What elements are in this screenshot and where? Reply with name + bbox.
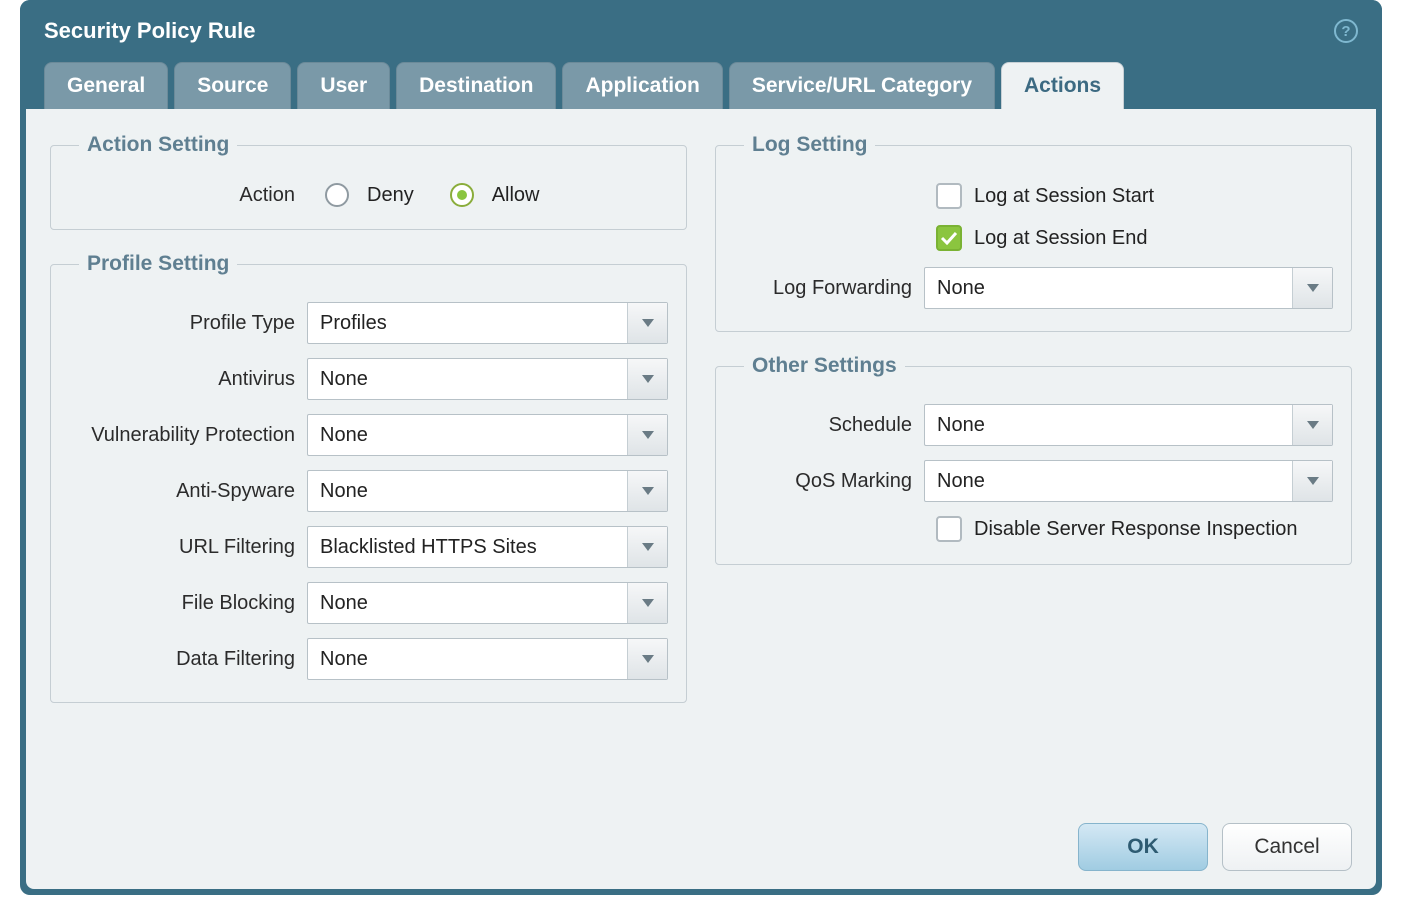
profile-setting-group: Profile Setting Profile Type Profiles An…	[50, 252, 687, 703]
action-setting-group: Action Setting Action Deny Allow	[50, 133, 687, 230]
schedule-label: Schedule	[734, 414, 924, 437]
security-policy-rule-dialog: Security Policy Rule ? General Source Us…	[20, 0, 1382, 895]
help-icon[interactable]: ?	[1334, 19, 1358, 43]
action-label: Action	[69, 184, 307, 207]
tabs-row: General Source User Destination Applicat…	[20, 54, 1382, 109]
profile-setting-legend: Profile Setting	[79, 252, 237, 276]
cancel-button[interactable]: Cancel	[1222, 823, 1352, 871]
dialog-title: Security Policy Rule	[44, 18, 256, 44]
chevron-down-icon	[1292, 461, 1332, 501]
chevron-down-icon	[627, 359, 667, 399]
tab-service-url[interactable]: Service/URL Category	[729, 62, 995, 109]
tab-general[interactable]: General	[44, 62, 168, 109]
qos-marking-value: None	[925, 461, 1292, 501]
vuln-protection-value: None	[308, 415, 627, 455]
disable-sri-label: Disable Server Response Inspection	[974, 518, 1298, 541]
data-filtering-value: None	[308, 639, 627, 679]
schedule-value: None	[925, 405, 1292, 445]
other-settings-group: Other Settings Schedule None QoS Marking…	[715, 354, 1352, 565]
chevron-down-icon	[627, 583, 667, 623]
url-filtering-value: Blacklisted HTTPS Sites	[308, 527, 627, 567]
data-filtering-select[interactable]: None	[307, 638, 668, 680]
action-setting-legend: Action Setting	[79, 133, 237, 157]
tab-user[interactable]: User	[297, 62, 390, 109]
tab-source[interactable]: Source	[174, 62, 291, 109]
tab-actions[interactable]: Actions	[1001, 62, 1124, 109]
qos-marking-label: QoS Marking	[734, 470, 924, 493]
log-end-label: Log at Session End	[974, 227, 1147, 250]
radio-deny[interactable]	[325, 183, 349, 207]
radio-allow-label: Allow	[492, 184, 540, 207]
file-blocking-value: None	[308, 583, 627, 623]
log-setting-group: Log Setting Log at Session Start	[715, 133, 1352, 332]
checkbox-log-end[interactable]	[936, 225, 962, 251]
dialog-header: Security Policy Rule ?	[20, 0, 1382, 54]
chevron-down-icon	[627, 527, 667, 567]
chevron-down-icon	[627, 303, 667, 343]
anti-spyware-value: None	[308, 471, 627, 511]
checkbox-disable-sri[interactable]	[936, 516, 962, 542]
log-start-label: Log at Session Start	[974, 185, 1154, 208]
qos-marking-select[interactable]: None	[924, 460, 1333, 502]
other-settings-legend: Other Settings	[744, 354, 905, 378]
vuln-protection-label: Vulnerability Protection	[69, 424, 307, 447]
radio-allow[interactable]	[450, 183, 474, 207]
chevron-down-icon	[1292, 405, 1332, 445]
chevron-down-icon	[627, 415, 667, 455]
tab-application[interactable]: Application	[562, 62, 722, 109]
antivirus-value: None	[308, 359, 627, 399]
radio-deny-label: Deny	[367, 184, 414, 207]
anti-spyware-label: Anti-Spyware	[69, 480, 307, 503]
url-filtering-select[interactable]: Blacklisted HTTPS Sites	[307, 526, 668, 568]
profile-type-value: Profiles	[308, 303, 627, 343]
profile-type-label: Profile Type	[69, 312, 307, 335]
right-column: Log Setting Log at Session Start	[715, 133, 1352, 703]
log-forwarding-value: None	[925, 268, 1292, 308]
schedule-select[interactable]: None	[924, 404, 1333, 446]
checkbox-log-start[interactable]	[936, 183, 962, 209]
file-blocking-label: File Blocking	[69, 592, 307, 615]
left-column: Action Setting Action Deny Allow Profile…	[50, 133, 687, 703]
file-blocking-select[interactable]: None	[307, 582, 668, 624]
log-forwarding-label: Log Forwarding	[734, 277, 924, 300]
log-forwarding-select[interactable]: None	[924, 267, 1333, 309]
url-filtering-label: URL Filtering	[69, 536, 307, 559]
ok-button[interactable]: OK	[1078, 823, 1208, 871]
chevron-down-icon	[1292, 268, 1332, 308]
vuln-protection-select[interactable]: None	[307, 414, 668, 456]
anti-spyware-select[interactable]: None	[307, 470, 668, 512]
data-filtering-label: Data Filtering	[69, 648, 307, 671]
tab-destination[interactable]: Destination	[396, 62, 556, 109]
profile-type-select[interactable]: Profiles	[307, 302, 668, 344]
log-setting-legend: Log Setting	[744, 133, 875, 157]
chevron-down-icon	[627, 471, 667, 511]
dialog-body: Action Setting Action Deny Allow Profile…	[26, 109, 1376, 889]
chevron-down-icon	[627, 639, 667, 679]
dialog-footer: OK Cancel	[50, 803, 1352, 871]
antivirus-select[interactable]: None	[307, 358, 668, 400]
antivirus-label: Antivirus	[69, 368, 307, 391]
